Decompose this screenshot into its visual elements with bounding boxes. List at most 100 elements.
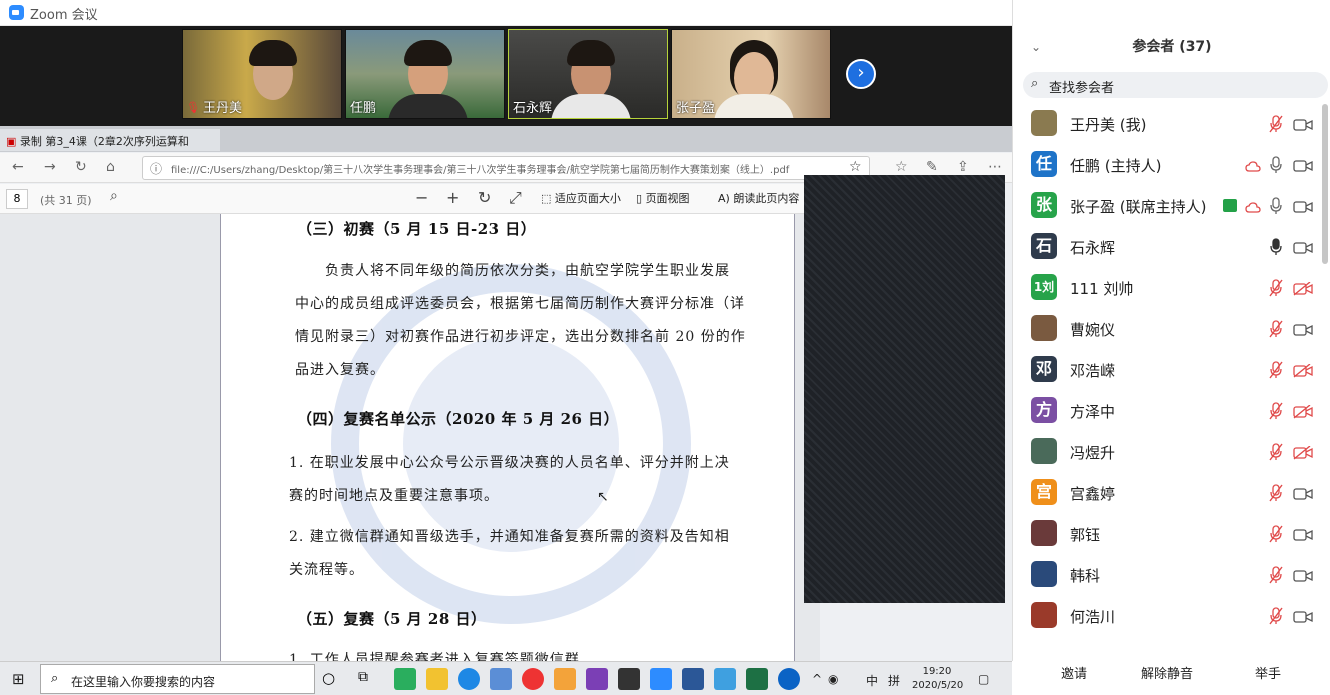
participant-row[interactable]: 张张子盈 (联席主持人) bbox=[1013, 186, 1330, 227]
fit-page-button[interactable]: ⬚ 适应页面大小 bbox=[541, 190, 621, 206]
camera-off-icon[interactable] bbox=[1293, 363, 1313, 378]
pdf-document-area[interactable]: （三）初赛（5 月 15 日-23 日） 负责人将不同年级的简历依次分类，由航空… bbox=[0, 214, 820, 661]
edge-browser-icon[interactable] bbox=[778, 668, 800, 690]
forward-icon[interactable]: → bbox=[44, 159, 56, 175]
browser-tab[interactable]: ▣ 录制 第3_4课（2章2次序列运算和 bbox=[0, 129, 220, 151]
camera-icon[interactable] bbox=[1293, 158, 1313, 172]
participant-row[interactable]: 何浩川 bbox=[1013, 596, 1330, 637]
favorites-icon[interactable]: ☆ bbox=[895, 159, 908, 175]
paragraph-line: 1. 在职业发展中心公众号公示晋级决赛的人员名单、评分并附上决 bbox=[289, 455, 730, 471]
muted-mic-icon[interactable] bbox=[1269, 279, 1283, 297]
app-icon[interactable] bbox=[618, 668, 640, 690]
camera-off-icon[interactable] bbox=[1293, 404, 1313, 419]
taskbar-search[interactable]: ⌕ 在这里输入你要搜索的内容 bbox=[40, 664, 315, 694]
scrollbar[interactable] bbox=[1322, 104, 1328, 264]
wechat-icon[interactable] bbox=[394, 668, 416, 690]
muted-mic-icon[interactable] bbox=[1269, 443, 1283, 461]
pen-icon[interactable]: ✎ bbox=[926, 159, 938, 175]
camera-icon[interactable] bbox=[1293, 486, 1313, 500]
rotate-icon[interactable]: ↻ bbox=[478, 188, 491, 207]
zoom-logo-icon bbox=[9, 5, 24, 20]
participant-row[interactable]: 冯煜升 bbox=[1013, 432, 1330, 473]
refresh-icon[interactable]: ↻ bbox=[75, 159, 87, 175]
zoom-out-icon[interactable]: − bbox=[415, 188, 428, 207]
camera-icon[interactable] bbox=[1293, 568, 1313, 582]
video-tile[interactable]: 🎙 王丹美 bbox=[182, 29, 342, 119]
app-icon[interactable] bbox=[490, 668, 512, 690]
video-tile-active-speaker[interactable]: 石永辉 bbox=[508, 29, 668, 119]
participant-row[interactable]: 1刘 111 刘帅 bbox=[1013, 268, 1330, 309]
next-page-button[interactable]: › bbox=[846, 59, 876, 89]
ime-indicator[interactable]: 中 bbox=[866, 672, 878, 689]
muted-mic-icon[interactable] bbox=[1269, 525, 1283, 543]
taskbar-clock[interactable]: 19:20 2020/5/20 bbox=[912, 665, 963, 693]
excel-icon[interactable] bbox=[746, 668, 768, 690]
windows-start-icon[interactable]: ⊞ bbox=[12, 670, 25, 688]
camera-icon[interactable] bbox=[1293, 240, 1313, 254]
participant-row[interactable]: 王丹美 (我) bbox=[1013, 104, 1330, 145]
mic-icon[interactable] bbox=[1269, 238, 1283, 256]
fullscreen-icon[interactable]: ⤢ bbox=[509, 188, 522, 208]
app-icon[interactable] bbox=[554, 668, 576, 690]
tray-expand-icon[interactable]: ^ bbox=[812, 672, 822, 686]
muted-mic-icon[interactable] bbox=[1269, 402, 1283, 420]
participant-row[interactable]: 韩科 bbox=[1013, 555, 1330, 596]
video-tile[interactable]: 张子盈 bbox=[671, 29, 831, 119]
muted-mic-icon[interactable] bbox=[1269, 484, 1283, 502]
participant-row[interactable]: 郭钰 bbox=[1013, 514, 1330, 555]
word-icon[interactable] bbox=[682, 668, 704, 690]
participant-search[interactable]: ⌕ 查找参会者 bbox=[1023, 72, 1328, 98]
muted-mic-icon[interactable] bbox=[1269, 607, 1283, 625]
participant-avatar: 邓 bbox=[1031, 356, 1057, 382]
camera-off-icon[interactable] bbox=[1293, 281, 1313, 296]
page-view-button[interactable]: ▯ 页面视图 bbox=[636, 190, 690, 206]
panel-header: 参会者 (37) bbox=[1013, 36, 1330, 56]
camera-icon[interactable] bbox=[1293, 527, 1313, 541]
video-tile[interactable]: 任鹏 bbox=[345, 29, 505, 119]
invite-button[interactable]: 邀请 bbox=[1061, 663, 1087, 682]
read-aloud-button[interactable]: A) 朗读此页内容 bbox=[718, 190, 799, 206]
task-view-icon[interactable]: ⧉ bbox=[358, 669, 368, 685]
more-icon[interactable]: ⋯ bbox=[988, 159, 1002, 175]
home-icon[interactable]: ⌂ bbox=[106, 159, 115, 175]
onenote-icon[interactable] bbox=[586, 668, 608, 690]
participant-name: 方泽中 bbox=[1070, 403, 1116, 421]
page-number-input[interactable]: 8 bbox=[6, 189, 28, 209]
participant-row[interactable]: 任任鹏 (主持人) bbox=[1013, 145, 1330, 186]
zoom-taskbar-icon[interactable] bbox=[650, 668, 672, 690]
mic-icon[interactable] bbox=[1269, 197, 1283, 215]
app-icon[interactable] bbox=[522, 668, 544, 690]
muted-mic-icon[interactable] bbox=[1269, 320, 1283, 338]
ime-mode[interactable]: 拼 bbox=[888, 672, 900, 689]
paragraph-line: 品进入复赛。 bbox=[295, 362, 385, 378]
zoom-in-icon[interactable]: + bbox=[446, 188, 459, 207]
camera-off-icon[interactable] bbox=[1293, 445, 1313, 460]
muted-mic-icon[interactable] bbox=[1269, 566, 1283, 584]
participant-row[interactable]: 方方泽中 bbox=[1013, 391, 1330, 432]
unmute-all-button[interactable]: 解除静音 bbox=[1141, 663, 1193, 682]
search-icon[interactable]: ⌕ bbox=[110, 188, 118, 204]
camera-icon[interactable] bbox=[1293, 322, 1313, 336]
file-explorer-icon[interactable] bbox=[426, 668, 448, 690]
share-icon[interactable]: ⇪ bbox=[957, 159, 969, 175]
mic-icon[interactable] bbox=[1269, 156, 1283, 174]
camera-icon[interactable] bbox=[1293, 199, 1313, 213]
muted-mic-icon[interactable] bbox=[1269, 115, 1283, 133]
app-icon[interactable] bbox=[714, 668, 736, 690]
favorite-star-icon[interactable]: ☆ bbox=[849, 159, 862, 175]
back-icon[interactable]: ← bbox=[12, 159, 24, 175]
address-bar[interactable]: ⓘ file:///C:/Users/zhang/Desktop/第三十八次学生… bbox=[142, 156, 870, 180]
participant-row[interactable]: 邓邓浩嵘 bbox=[1013, 350, 1330, 391]
edge-icon[interactable] bbox=[458, 668, 480, 690]
notification-icon[interactable]: ▢ bbox=[978, 672, 989, 686]
participant-row[interactable]: 石石永辉 bbox=[1013, 227, 1330, 268]
participant-row[interactable]: 宫宫鑫婷 bbox=[1013, 473, 1330, 514]
qq-icon[interactable]: ◉ bbox=[828, 672, 838, 686]
page-view-label: 页面视图 bbox=[645, 192, 690, 205]
muted-mic-icon[interactable] bbox=[1269, 361, 1283, 379]
participant-row[interactable]: 曹婉仪 bbox=[1013, 309, 1330, 350]
camera-icon[interactable] bbox=[1293, 609, 1313, 623]
cortana-icon[interactable]: ○ bbox=[322, 669, 335, 687]
raise-hand-button[interactable]: 举手 bbox=[1255, 663, 1281, 682]
camera-icon[interactable] bbox=[1293, 117, 1313, 131]
